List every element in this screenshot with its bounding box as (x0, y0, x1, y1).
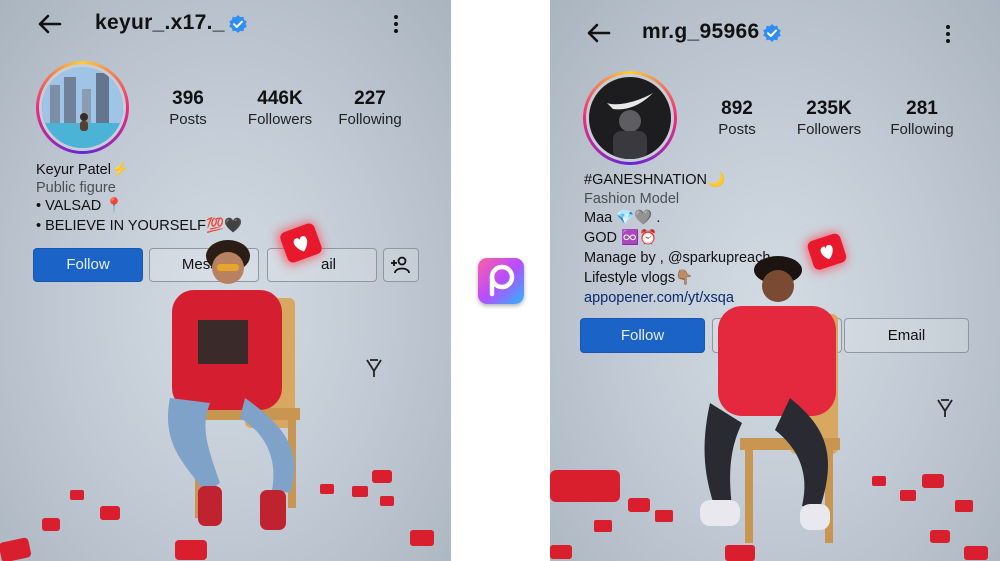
avatar-city-pool-image (42, 67, 123, 148)
avatar-ring[interactable] (583, 71, 677, 165)
avatar-ring[interactable] (36, 61, 129, 154)
picsart-logo-icon (489, 264, 515, 297)
stat-following[interactable]: 281 Following (867, 98, 977, 140)
verified-badge-icon (763, 24, 781, 42)
stat-following-value: 227 (354, 88, 386, 109)
creator-logo-icon (937, 399, 953, 417)
bio-line: • VALSAD 📍 (36, 198, 124, 214)
avatar-portrait-image (589, 77, 671, 159)
bio-category: Public figure (36, 180, 116, 196)
stat-following[interactable]: 227 Following (315, 88, 425, 130)
profile-username: mr.g_95966 (642, 20, 760, 43)
scattered-hearts-decoration (0, 470, 434, 561)
follow-button[interactable]: Follow (33, 248, 143, 282)
stat-following-label: Following (890, 121, 954, 138)
top-bar: mr.g_95966 (550, 0, 1000, 50)
suggested-users-button[interactable] (383, 248, 419, 282)
verified-badge-icon (229, 15, 247, 33)
bio-name: Keyur Patel⚡ (36, 162, 130, 178)
top-bar: keyur_.x17._ (0, 0, 451, 50)
bio-name: #GANESHNATION🌙 (584, 172, 726, 188)
bio-line: GOD ♾️⏰ (584, 230, 658, 246)
avatar (39, 64, 126, 151)
more-options-icon[interactable] (391, 13, 401, 35)
profile-username: keyur_.x17._ (95, 11, 225, 34)
bio-category: Fashion Model (584, 191, 680, 207)
more-options-icon[interactable] (943, 23, 953, 45)
bio-line: Maa 💎🩶 . (584, 210, 661, 226)
add-person-icon (391, 256, 410, 274)
stat-following-value: 281 (906, 98, 938, 119)
back-arrow-icon[interactable] (585, 22, 611, 44)
creator-logo-icon (366, 359, 382, 377)
picsart-app-icon (478, 258, 524, 304)
profile-panel-left: keyur_.x17._ 396 Posts 446K Followers 22… (0, 0, 451, 561)
comparison-stage: keyur_.x17._ 396 Posts 446K Followers 22… (0, 0, 1000, 561)
profile-panel-right: mr.g_95966 892 Posts 235K Followers 281 … (550, 0, 1000, 561)
avatar (586, 74, 674, 162)
scattered-hearts-decoration (550, 470, 988, 561)
back-arrow-icon[interactable] (36, 13, 62, 35)
stat-following-label: Following (338, 111, 402, 128)
